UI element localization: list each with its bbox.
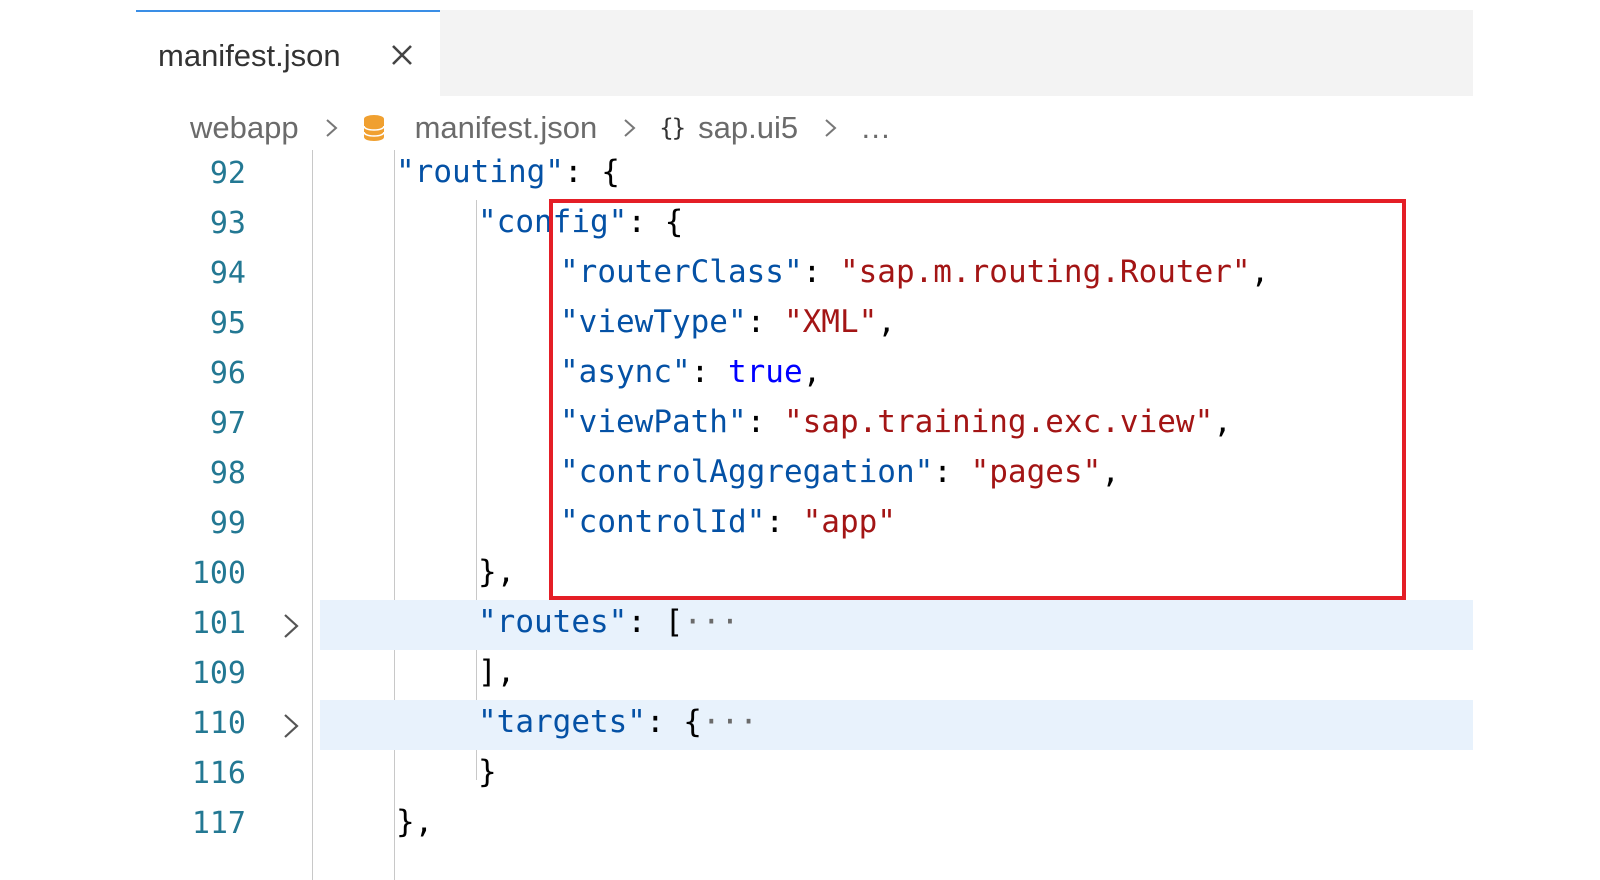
line-number: 101 [191, 606, 246, 641]
line-number: 99 [209, 506, 246, 541]
code-text: }, [478, 554, 515, 590]
chevron-right-icon [825, 119, 837, 137]
code-line[interactable]: 110 "targets": {··· [192, 700, 1473, 750]
folded-ellipsis: ··· [701, 704, 758, 740]
code-text: "routing": { [396, 154, 620, 190]
json-punctuation: ], [478, 654, 516, 690]
breadcrumb-item-sap-ui5[interactable]: sap.ui5 [698, 110, 798, 146]
tab-manifest-json[interactable]: manifest.json [136, 10, 440, 96]
chevron-right-icon [325, 119, 338, 137]
json-punctuation: }, [478, 554, 516, 590]
json-punctuation: } [478, 754, 497, 790]
breadcrumb-item-more[interactable]: … [860, 110, 891, 146]
breadcrumb: webapp manifest.json {} sap.ui5 … [190, 105, 1470, 151]
code-line[interactable]: 117}, [136, 800, 1473, 850]
code-text: "targets": {··· [478, 704, 758, 740]
json-file-icon [362, 115, 385, 141]
code-text: ], [478, 654, 515, 690]
json-key: "routing" [396, 154, 564, 190]
code-line[interactable]: 92 "routing": { [136, 150, 1473, 200]
tab-label: manifest.json [158, 38, 341, 73]
json-punctuation: : { [563, 154, 620, 190]
json-punctuation: }, [396, 804, 434, 840]
folded-ellipsis: ··· [683, 604, 740, 640]
line-number: 96 [209, 356, 246, 391]
code-text: "routes": [··· [478, 604, 739, 640]
code-text: }, [396, 804, 433, 840]
breadcrumb-item-webapp[interactable]: webapp [190, 110, 299, 146]
code-text: } [478, 754, 497, 790]
json-key: "targets" [478, 704, 646, 740]
line-number: 117 [191, 806, 246, 841]
braces-icon: {} [659, 114, 686, 142]
json-punctuation: : { [645, 704, 702, 740]
code-line[interactable]: 116} [136, 750, 1473, 800]
close-icon[interactable] [386, 39, 418, 71]
code-line[interactable]: 109], [136, 650, 1473, 700]
fold-chevron-icon[interactable] [280, 612, 302, 640]
breadcrumb-item-manifest[interactable]: manifest.json [415, 110, 598, 146]
line-number: 110 [191, 706, 246, 741]
json-punctuation: : [ [627, 604, 684, 640]
config-highlight-box [549, 199, 1406, 600]
line-number: 116 [191, 756, 246, 791]
json-key: "routes" [478, 604, 628, 640]
line-number: 95 [209, 306, 246, 341]
line-number: 93 [209, 206, 246, 241]
line-number: 98 [209, 456, 246, 491]
code-line[interactable]: 101 "routes": [··· [192, 600, 1473, 650]
tab-bar: manifest.json [136, 10, 1473, 96]
line-number: 100 [191, 556, 246, 591]
line-number: 109 [191, 656, 246, 691]
fold-chevron-icon[interactable] [280, 712, 302, 740]
line-number: 94 [209, 256, 246, 291]
line-number: 92 [209, 156, 246, 191]
chevron-right-icon [624, 119, 636, 137]
line-number: 97 [209, 406, 246, 441]
